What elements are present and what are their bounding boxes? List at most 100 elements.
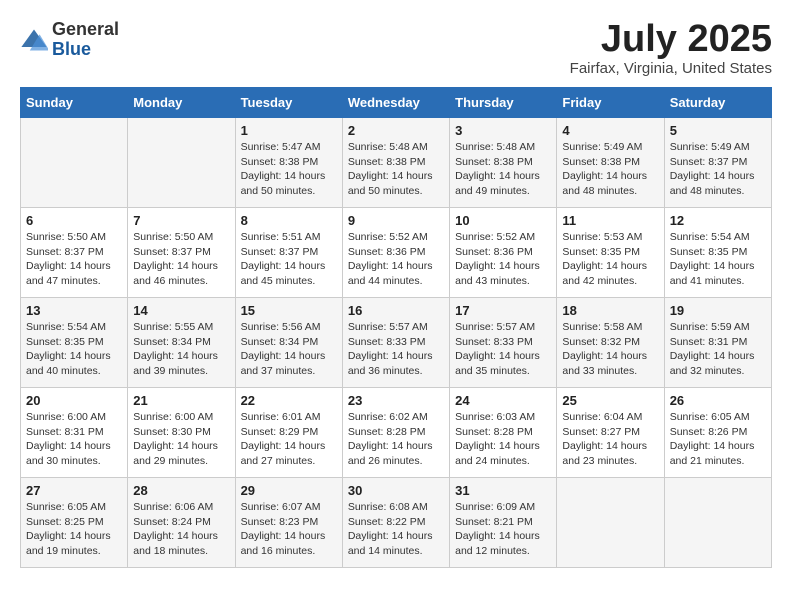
day-info: Sunrise: 6:00 AMSunset: 8:30 PMDaylight:… [133,410,229,469]
day-number: 28 [133,483,229,498]
calendar-cell: 31Sunrise: 6:09 AMSunset: 8:21 PMDayligh… [450,478,557,568]
header-friday: Friday [557,88,664,118]
day-info: Sunrise: 5:48 AMSunset: 8:38 PMDaylight:… [455,140,551,199]
week-row-5: 27 Sunrise: 6:05 AMSunset: 8:25 PMDayligh… [21,478,772,568]
calendar-cell: 14 Sunrise: 5:55 AMSunset: 8:34 PMDayligh… [128,298,235,388]
calendar-cell: 7Sunrise: 5:50 AMSunset: 8:37 PMDaylight… [128,208,235,298]
calendar-cell: 1 Sunrise: 5:47 AMSunset: 8:38 PMDaylight… [235,118,342,208]
calendar-header-row: SundayMondayTuesdayWednesdayThursdayFrid… [21,88,772,118]
calendar-cell: 30 Sunrise: 6:08 AMSunset: 8:22 PMDayligh… [342,478,449,568]
page-header: General Blue July 2025 Fairfax, Virginia… [20,20,772,77]
day-number: 19 [670,303,766,318]
day-info: Sunrise: 5:52 AMSunset: 8:36 PMDaylight:… [455,230,551,289]
week-row-4: 20 Sunrise: 6:00 AMSunset: 8:31 PMDayligh… [21,388,772,478]
day-number: 30 [348,483,444,498]
calendar-cell [557,478,664,568]
day-number: 6 [26,213,122,228]
day-info: Sunrise: 6:04 AMSunset: 8:27 PMDaylight:… [562,410,658,469]
day-info: Sunrise: 6:06 AMSunset: 8:24 PMDaylight:… [133,500,229,559]
day-number: 14 [133,303,229,318]
calendar-cell: 11 Sunrise: 5:53 AMSunset: 8:35 PMDayligh… [557,208,664,298]
calendar-cell: 18Sunrise: 5:58 AMSunset: 8:32 PMDayligh… [557,298,664,388]
calendar-cell: 13Sunrise: 5:54 AMSunset: 8:35 PMDayligh… [21,298,128,388]
day-number: 11 [562,213,658,228]
title-block: July 2025 Fairfax, Virginia, United Stat… [570,20,772,77]
calendar-cell: 22Sunrise: 6:01 AMSunset: 8:29 PMDayligh… [235,388,342,478]
calendar-cell: 16 Sunrise: 5:57 AMSunset: 8:33 PMDayligh… [342,298,449,388]
calendar-cell: 3Sunrise: 5:48 AMSunset: 8:38 PMDaylight… [450,118,557,208]
day-info: Sunrise: 6:00 AMSunset: 8:31 PMDaylight:… [26,410,122,469]
day-number: 27 [26,483,122,498]
day-info: Sunrise: 5:53 AMSunset: 8:35 PMDaylight:… [562,230,658,289]
day-info: Sunrise: 6:07 AMSunset: 8:23 PMDaylight:… [241,500,337,559]
calendar-cell [128,118,235,208]
day-number: 8 [241,213,337,228]
week-row-3: 13Sunrise: 5:54 AMSunset: 8:35 PMDayligh… [21,298,772,388]
day-info: Sunrise: 5:58 AMSunset: 8:32 PMDaylight:… [562,320,658,379]
day-info: Sunrise: 5:51 AMSunset: 8:37 PMDaylight:… [241,230,337,289]
calendar-cell: 26 Sunrise: 6:05 AMSunset: 8:26 PMDayligh… [664,388,771,478]
day-number: 9 [348,213,444,228]
day-number: 5 [670,123,766,138]
calendar-cell: 12 Sunrise: 5:54 AMSunset: 8:35 PMDayligh… [664,208,771,298]
calendar-cell: 23 Sunrise: 6:02 AMSunset: 8:28 PMDayligh… [342,388,449,478]
day-info: Sunrise: 5:47 AMSunset: 8:38 PMDaylight:… [241,140,337,199]
day-info: Sunrise: 5:50 AMSunset: 8:37 PMDaylight:… [26,230,122,289]
day-number: 16 [348,303,444,318]
calendar-table: SundayMondayTuesdayWednesdayThursdayFrid… [20,87,772,568]
calendar-cell: 9 Sunrise: 5:52 AMSunset: 8:36 PMDaylight… [342,208,449,298]
day-info: Sunrise: 5:50 AMSunset: 8:37 PMDaylight:… [133,230,229,289]
day-number: 13 [26,303,122,318]
day-info: Sunrise: 5:56 AMSunset: 8:34 PMDaylight:… [241,320,337,379]
day-number: 23 [348,393,444,408]
day-number: 10 [455,213,551,228]
calendar-cell: 21 Sunrise: 6:00 AMSunset: 8:30 PMDayligh… [128,388,235,478]
week-row-2: 6 Sunrise: 5:50 AMSunset: 8:37 PMDaylight… [21,208,772,298]
day-number: 15 [241,303,337,318]
day-info: Sunrise: 6:03 AMSunset: 8:28 PMDaylight:… [455,410,551,469]
day-info: Sunrise: 5:57 AMSunset: 8:33 PMDaylight:… [348,320,444,379]
calendar-cell: 6 Sunrise: 5:50 AMSunset: 8:37 PMDaylight… [21,208,128,298]
calendar-cell [21,118,128,208]
day-number: 25 [562,393,658,408]
day-info: Sunrise: 5:55 AMSunset: 8:34 PMDaylight:… [133,320,229,379]
day-info: Sunrise: 6:05 AMSunset: 8:26 PMDaylight:… [670,410,766,469]
calendar-cell: 8 Sunrise: 5:51 AMSunset: 8:37 PMDaylight… [235,208,342,298]
calendar-cell: 2 Sunrise: 5:48 AMSunset: 8:38 PMDaylight… [342,118,449,208]
calendar-cell [664,478,771,568]
calendar-cell: 25 Sunrise: 6:04 AMSunset: 8:27 PMDayligh… [557,388,664,478]
day-number: 1 [241,123,337,138]
day-number: 26 [670,393,766,408]
calendar-cell: 20 Sunrise: 6:00 AMSunset: 8:31 PMDayligh… [21,388,128,478]
day-number: 12 [670,213,766,228]
day-number: 24 [455,393,551,408]
day-number: 22 [241,393,337,408]
calendar-cell: 27 Sunrise: 6:05 AMSunset: 8:25 PMDayligh… [21,478,128,568]
header-monday: Monday [128,88,235,118]
day-info: Sunrise: 6:02 AMSunset: 8:28 PMDaylight:… [348,410,444,469]
day-info: Sunrise: 6:05 AMSunset: 8:25 PMDaylight:… [26,500,122,559]
calendar-cell: 28 Sunrise: 6:06 AMSunset: 8:24 PMDayligh… [128,478,235,568]
day-number: 2 [348,123,444,138]
day-info: Sunrise: 5:54 AMSunset: 8:35 PMDaylight:… [670,230,766,289]
logo-icon [20,26,48,54]
day-info: Sunrise: 5:48 AMSunset: 8:38 PMDaylight:… [348,140,444,199]
calendar-cell: 5Sunrise: 5:49 AMSunset: 8:37 PMDaylight… [664,118,771,208]
calendar-cell: 17Sunrise: 5:57 AMSunset: 8:33 PMDayligh… [450,298,557,388]
day-number: 21 [133,393,229,408]
day-info: Sunrise: 5:59 AMSunset: 8:31 PMDaylight:… [670,320,766,379]
day-number: 20 [26,393,122,408]
day-info: Sunrise: 5:57 AMSunset: 8:33 PMDaylight:… [455,320,551,379]
day-info: Sunrise: 6:08 AMSunset: 8:22 PMDaylight:… [348,500,444,559]
location: Fairfax, Virginia, United States [570,60,772,77]
logo-general: General [52,20,119,40]
calendar-cell: 10 Sunrise: 5:52 AMSunset: 8:36 PMDayligh… [450,208,557,298]
day-number: 4 [562,123,658,138]
header-wednesday: Wednesday [342,88,449,118]
logo-text: General Blue [52,20,119,60]
day-info: Sunrise: 5:52 AMSunset: 8:36 PMDaylight:… [348,230,444,289]
day-info: Sunrise: 5:49 AMSunset: 8:38 PMDaylight:… [562,140,658,199]
header-tuesday: Tuesday [235,88,342,118]
calendar-cell: 19 Sunrise: 5:59 AMSunset: 8:31 PMDayligh… [664,298,771,388]
header-saturday: Saturday [664,88,771,118]
